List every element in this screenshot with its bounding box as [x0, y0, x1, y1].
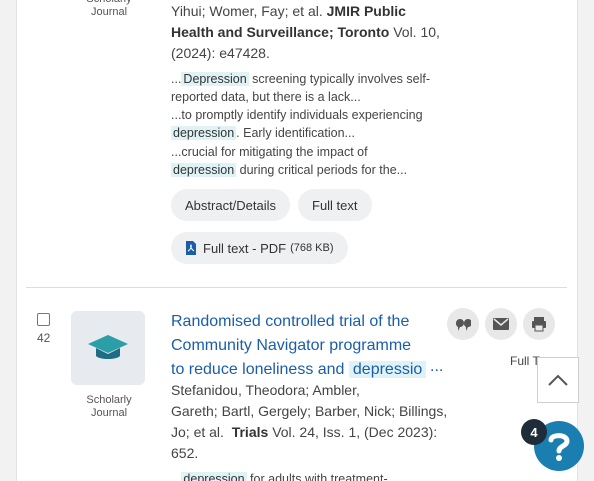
title-ellipsis: ... — [430, 358, 444, 375]
quote-icon — [455, 319, 471, 331]
record2-citation: Stefanidou, Theodora; Ambler, Gareth; Ba… — [171, 382, 448, 461]
full-text-availability-label: Full T — [510, 354, 540, 368]
record1-journal-link[interactable]: JMIR Public — [327, 3, 406, 19]
chevron-up-icon — [548, 374, 568, 386]
record2-snippet: ... depression for adults with treatment- — [171, 470, 456, 481]
full-text-button[interactable]: Full text — [298, 189, 372, 221]
full-text-pdf-button[interactable]: Full text - PDF (768 KB) — [171, 232, 348, 264]
email-button[interactable] — [485, 308, 517, 340]
question-mark-icon — [548, 433, 570, 461]
pdf-icon — [186, 241, 196, 255]
record2-title-link[interactable]: Randomised controlled trial of the Commu… — [171, 310, 447, 382]
scholarly-journal-thumbnail[interactable] — [71, 311, 145, 385]
record1-snippet-2: ...to promptly identify individuals expe… — [171, 108, 423, 140]
printer-icon — [532, 317, 546, 332]
record2-type-label: Scholarly Journal — [86, 394, 132, 419]
record1-snippet-3: ...crucial for mitigating the impact of … — [171, 145, 408, 177]
record2-select-checkbox[interactable] — [37, 313, 50, 326]
record2-journal-link[interactable]: Trials — [232, 424, 269, 440]
record2-number: 42 — [37, 331, 51, 345]
notification-badge: 4 — [521, 419, 547, 445]
envelope-icon — [493, 318, 509, 330]
record-divider — [26, 287, 567, 288]
record1-type-label: Scholarly Journal — [86, 0, 131, 18]
print-button[interactable] — [523, 308, 555, 340]
record1-snippet-1: ... Depression screening typically involv… — [171, 72, 430, 104]
record1-citation: Yihui; Womer, Fay; et al. JMIR Public He… — [171, 3, 440, 61]
back-to-top-button[interactable] — [537, 357, 579, 403]
abstract-details-button[interactable]: Abstract/Details — [171, 189, 291, 221]
cite-button[interactable] — [447, 308, 479, 340]
graduation-cap-icon — [88, 335, 128, 359]
